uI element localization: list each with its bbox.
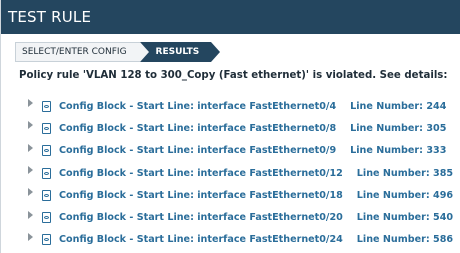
line-number: Line Number: 385 <box>356 167 454 179</box>
line-number: Line Number: 586 <box>356 234 454 246</box>
violation-message: Policy rule 'VLAN 128 to 300_Copy (Fast … <box>19 70 448 81</box>
expand-arrow-icon[interactable] <box>28 99 33 108</box>
document-icon <box>42 212 51 224</box>
result-row[interactable]: Config Block - Start Line: interface Fas… <box>28 184 458 206</box>
result-row[interactable]: Config Block - Start Line: interface Fas… <box>28 95 458 117</box>
document-icon <box>42 189 51 201</box>
config-block-label[interactable]: Config Block - Start Line: interface Fas… <box>59 145 336 156</box>
expand-arrow-icon[interactable] <box>28 188 33 197</box>
result-row[interactable]: Config Block - Start Line: interface Fas… <box>28 229 458 251</box>
test-rule-dialog: TEST RULE SELECT/ENTER CONFIG RESULTS Po… <box>0 0 460 253</box>
step-results[interactable]: RESULTS <box>139 42 220 62</box>
step-select-enter-config[interactable]: SELECT/ENTER CONFIG <box>15 42 140 62</box>
result-row[interactable]: Config Block - Start Line: interface Fas… <box>28 140 458 162</box>
line-number: Line Number: 305 <box>350 122 447 134</box>
expand-arrow-icon[interactable] <box>28 166 33 175</box>
document-icon <box>42 167 51 179</box>
config-block-label[interactable]: Config Block - Start Line: interface Fas… <box>59 234 343 245</box>
config-block-label[interactable]: Config Block - Start Line: interface Fas… <box>59 168 343 179</box>
results-tree: Config Block - Start Line: interface Fas… <box>28 95 458 251</box>
config-block-label[interactable]: Config Block - Start Line: interface Fas… <box>59 123 336 134</box>
expand-arrow-icon[interactable] <box>28 143 33 152</box>
config-block-label[interactable]: Config Block - Start Line: interface Fas… <box>59 212 343 223</box>
result-row[interactable]: Config Block - Start Line: interface Fas… <box>28 117 458 139</box>
dialog-title: TEST RULE <box>1 0 460 34</box>
line-number: Line Number: 244 <box>350 100 447 112</box>
line-number: Line Number: 333 <box>350 145 447 157</box>
document-icon <box>42 122 51 134</box>
document-icon <box>42 100 51 112</box>
document-icon <box>42 145 51 157</box>
line-number: Line Number: 540 <box>356 212 454 224</box>
expand-arrow-icon[interactable] <box>28 232 33 241</box>
config-block-label[interactable]: Config Block - Start Line: interface Fas… <box>59 101 336 112</box>
document-icon <box>42 234 51 246</box>
result-row[interactable]: Config Block - Start Line: interface Fas… <box>28 206 458 228</box>
expand-arrow-icon[interactable] <box>28 121 33 130</box>
expand-arrow-icon[interactable] <box>28 210 33 219</box>
result-row[interactable]: Config Block - Start Line: interface Fas… <box>28 162 458 184</box>
config-block-label[interactable]: Config Block - Start Line: interface Fas… <box>59 190 343 201</box>
wizard-steps: SELECT/ENTER CONFIG RESULTS <box>15 42 220 62</box>
line-number: Line Number: 496 <box>356 189 454 201</box>
